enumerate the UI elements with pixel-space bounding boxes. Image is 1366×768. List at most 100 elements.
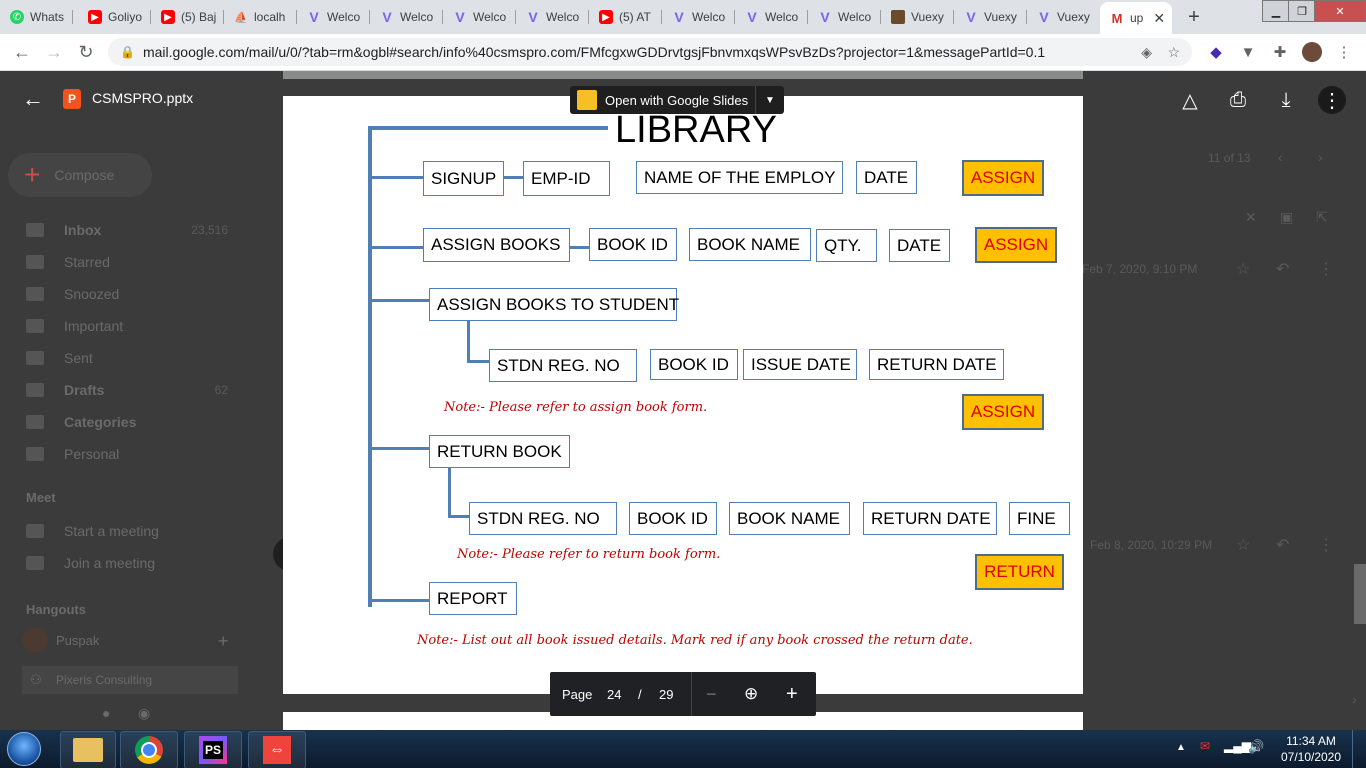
start-button[interactable] xyxy=(2,731,46,767)
chevron-down-icon[interactable]: ▼ xyxy=(755,86,784,114)
forward-icon[interactable]: → xyxy=(42,41,66,63)
zoom-in-icon[interactable]: + xyxy=(786,672,798,716)
browser-tab[interactable]: V Vuexy xyxy=(1027,4,1100,30)
reload-icon[interactable]: ↻ xyxy=(74,41,98,63)
browser-tab[interactable]: ✆ Whats xyxy=(0,4,73,30)
book-id-box: BOOK ID xyxy=(589,228,677,261)
sidebar-item-categories[interactable]: Categories xyxy=(26,414,228,430)
chrome-icon[interactable] xyxy=(120,731,178,768)
person-icon[interactable]: ● xyxy=(102,705,110,721)
browser-tab[interactable]: V Welco xyxy=(370,4,443,30)
hangouts-user-name[interactable]: Puspak xyxy=(56,633,99,648)
browser-tab[interactable]: V Welco xyxy=(443,4,516,30)
print-icon[interactable]: ⎙ xyxy=(1224,86,1252,114)
sidebar-item-personal[interactable]: Personal xyxy=(26,446,228,462)
clock[interactable]: 11:34 AM 07/10/2020 xyxy=(1276,733,1346,765)
volume-icon[interactable]: 🔊 xyxy=(1248,739,1264,755)
close-window-button[interactable]: ✕ xyxy=(1314,0,1366,22)
explorer-icon[interactable] xyxy=(60,731,116,768)
label-icon xyxy=(26,415,44,429)
bookmark-star-icon[interactable]: ☆ xyxy=(1167,44,1180,61)
close-viewer-back-icon[interactable]: ← xyxy=(20,86,46,112)
download-icon[interactable]: ⤓ xyxy=(1272,86,1300,114)
reply-icon[interactable]: ↶ xyxy=(1276,259,1289,279)
youtube-icon: ▶ xyxy=(161,10,175,24)
google-slides-icon xyxy=(577,90,597,110)
maximize-button[interactable]: ❐ xyxy=(1288,0,1316,22)
browser-tab[interactable]: V Welco xyxy=(297,4,370,30)
new-tab-button[interactable]: + xyxy=(1180,4,1208,30)
chat-icon[interactable]: ◉ xyxy=(138,705,150,722)
key-icon[interactable]: ◈ xyxy=(1141,44,1152,61)
show-desktop-button[interactable] xyxy=(1352,730,1366,768)
browser-tab[interactable]: ⛵ localh xyxy=(224,4,297,30)
extension-icon[interactable]: ◆ xyxy=(1206,42,1226,62)
browser-tab[interactable]: ▶ (5) Baj xyxy=(151,4,224,30)
book-name-box: BOOK NAME xyxy=(729,502,850,535)
browser-tab[interactable]: V Welco xyxy=(516,4,589,30)
star-icon[interactable]: ☆ xyxy=(1236,535,1250,555)
windows-logo-icon xyxy=(7,732,41,766)
chevron-right-icon[interactable]: › xyxy=(1352,691,1357,707)
compose-button[interactable]: + Compose xyxy=(8,153,152,197)
chevron-left-icon[interactable]: ‹ xyxy=(1278,149,1283,165)
start-meeting-link[interactable]: Start a meeting xyxy=(26,523,159,539)
network-icon[interactable]: ▂▄▆ xyxy=(1224,739,1251,753)
sidebar-item-important[interactable]: Important xyxy=(26,318,228,334)
browser-tab[interactable]: V Vuexy xyxy=(954,4,1027,30)
join-meeting-link[interactable]: Join a meeting xyxy=(26,555,155,571)
star-icon[interactable]: ☆ xyxy=(1236,259,1250,279)
vuexy-icon: V xyxy=(966,9,976,25)
page-total: 29 xyxy=(659,686,674,702)
browser-tab[interactable]: Vuexy xyxy=(881,4,954,30)
extensions-puzzle-icon[interactable]: ✚ xyxy=(1270,42,1290,62)
reply-icon[interactable]: ↶ xyxy=(1276,535,1289,555)
tray-expand-icon[interactable]: ▲ xyxy=(1176,742,1186,753)
address-bar[interactable]: 🔒 mail.google.com/mail/u/0/?tab=rm&ogbl#… xyxy=(108,38,1192,66)
powerpoint-icon: P xyxy=(63,89,81,109)
chrome-menu-icon[interactable]: ⋮ xyxy=(1334,42,1354,62)
sidebar-item-snoozed[interactable]: Snoozed xyxy=(26,286,228,302)
back-icon[interactable]: ← xyxy=(10,41,34,63)
browser-tab[interactable]: V Welco xyxy=(735,4,808,30)
zoom-icon[interactable]: ⊕ xyxy=(744,672,758,716)
more-icon[interactable]: ⋮ xyxy=(1318,259,1334,279)
tray-app-icon[interactable]: ✉ xyxy=(1200,739,1210,753)
profile-avatar[interactable] xyxy=(1302,42,1322,62)
tree-branch-line xyxy=(467,360,489,363)
browser-tab[interactable]: V Welco xyxy=(808,4,881,30)
sidebar-item-starred[interactable]: Starred xyxy=(26,254,228,270)
vuetify-extension-icon[interactable]: ▼ xyxy=(1238,42,1258,62)
more-icon[interactable]: ⋮ xyxy=(1318,535,1334,555)
collapse-icon[interactable]: ✕ xyxy=(1245,209,1257,226)
print-all-icon[interactable]: ▣ xyxy=(1280,209,1293,226)
anydesk-icon[interactable]: ⇔ xyxy=(248,731,306,768)
clock-icon xyxy=(26,287,44,301)
zoom-out-icon[interactable]: − xyxy=(706,672,717,716)
page-number-input[interactable]: 24 xyxy=(607,672,621,716)
add-contact-icon[interactable]: + xyxy=(218,631,229,652)
more-actions-icon[interactable]: ⋮ xyxy=(1318,86,1346,114)
browser-tab[interactable]: V Welco xyxy=(662,4,735,30)
add-to-drive-icon[interactable]: △ xyxy=(1176,86,1204,114)
phpstorm-icon[interactable]: PS xyxy=(184,731,242,768)
sidebar-item-drafts[interactable]: Drafts 62 xyxy=(26,382,228,398)
chevron-right-icon[interactable]: › xyxy=(1318,149,1323,165)
close-tab-icon[interactable]: ✕ xyxy=(1153,10,1165,27)
new-window-icon[interactable]: ⇱ xyxy=(1316,209,1328,226)
clock-time: 11:34 AM xyxy=(1286,734,1336,748)
sidebar-item-sent[interactable]: Sent xyxy=(26,350,228,366)
important-icon xyxy=(26,319,44,333)
hangouts-contact[interactable]: ⚇ Pixeris Consulting xyxy=(22,666,238,694)
browser-tab-active[interactable]: Mup ✕ xyxy=(1100,2,1172,34)
open-with-google-slides-button[interactable]: Open with Google Slides ▼ xyxy=(570,86,784,114)
sidebar-item-inbox[interactable]: Inbox 23,516 xyxy=(26,222,228,238)
browser-tab[interactable]: ▶ Goliyo xyxy=(78,4,151,30)
minimize-button[interactable]: ▁ xyxy=(1262,0,1290,22)
video-camera-icon xyxy=(26,524,44,538)
tree-branch-line xyxy=(503,176,523,179)
scrollbar-thumb[interactable] xyxy=(1354,564,1366,624)
vuexy-icon: V xyxy=(747,9,757,25)
file-name: CSMSPRO.pptx xyxy=(92,90,194,106)
browser-tab[interactable]: ▶ (5) AT xyxy=(589,4,662,30)
